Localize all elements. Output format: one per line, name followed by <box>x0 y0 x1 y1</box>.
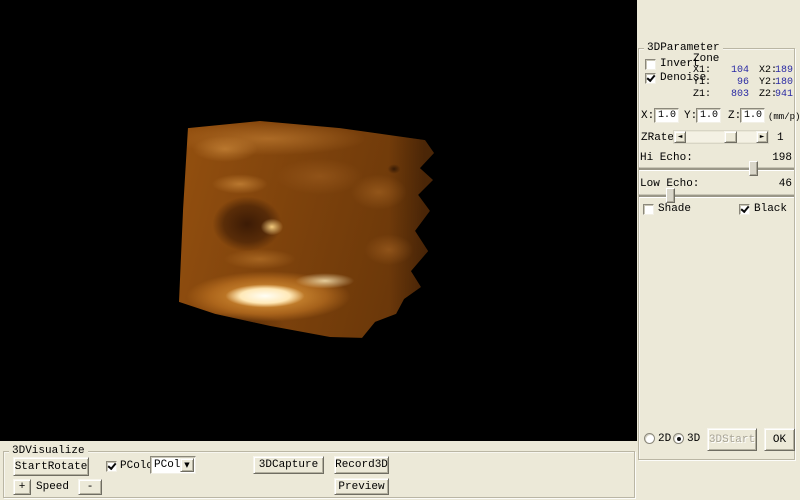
zone-z2-value: 941 <box>767 89 793 101</box>
radio-3d-label[interactable]: 3D <box>687 433 700 445</box>
visualize-groupbox: 3DVisualize StartRotate + Speed - PColor… <box>3 451 635 498</box>
zrate-label: ZRate <box>641 132 674 144</box>
denoise-checkbox[interactable] <box>645 73 656 84</box>
app-window: 3DParameter Invert Denoise Zone X1: 104 … <box>0 0 800 500</box>
hi-echo-value: 198 <box>757 152 792 164</box>
black-label: Black <box>754 203 787 215</box>
scale-y-input[interactable]: 1.0 <box>696 108 721 123</box>
ok-button[interactable]: OK <box>764 428 795 451</box>
parameter-groupbox: 3DParameter Invert Denoise Zone X1: 104 … <box>638 48 795 460</box>
hi-echo-slider-track[interactable] <box>639 168 794 171</box>
zrate-left-arrow-icon[interactable]: ◄ <box>674 131 686 143</box>
zrate-value: 1 <box>777 132 784 144</box>
hi-echo-slider-thumb[interactable] <box>749 161 758 176</box>
start3d-button[interactable]: 3DStart <box>707 428 757 451</box>
chevron-down-icon[interactable]: ▼ <box>180 458 194 472</box>
parameter-panel: 3DParameter Invert Denoise Zone X1: 104 … <box>637 0 800 500</box>
pcolor-checkbox[interactable] <box>106 461 117 472</box>
record3d-button[interactable]: Record3D <box>334 456 389 474</box>
speed-minus-button[interactable]: - <box>78 479 102 495</box>
scale-unit-label: (mm/p) <box>768 111 800 123</box>
start-rotate-button[interactable]: StartRotate <box>13 457 89 476</box>
visualize-bar: 3DVisualize StartRotate + Speed - PColor… <box>0 441 637 500</box>
low-echo-value: 46 <box>757 178 792 190</box>
black-checkbox[interactable] <box>739 204 750 215</box>
preview-button[interactable]: Preview <box>334 478 389 495</box>
low-echo-slider-thumb[interactable] <box>666 188 675 203</box>
zone-x1-value: 104 <box>723 65 749 77</box>
low-echo-slider-track[interactable] <box>639 195 794 198</box>
check-icon <box>108 461 117 470</box>
zone-y2-value: 180 <box>767 77 793 89</box>
radio-3d[interactable] <box>673 433 684 444</box>
zrate-right-arrow-icon[interactable]: ► <box>756 131 768 143</box>
radio-2d-label[interactable]: 2D <box>658 433 671 445</box>
speed-plus-button[interactable]: + <box>13 479 31 495</box>
zrate-scrollbar-thumb[interactable] <box>724 131 737 143</box>
ultrasound-volume-image[interactable] <box>179 121 435 343</box>
invert-checkbox[interactable] <box>645 59 656 70</box>
pcolor-dropdown[interactable]: PColor ▼ <box>150 456 196 474</box>
shade-label: Shade <box>658 203 691 215</box>
zone-z1-value: 803 <box>723 89 749 101</box>
scale-x-label: X: <box>641 110 654 122</box>
shade-checkbox[interactable] <box>643 204 654 215</box>
scale-z-input[interactable]: 1.0 <box>740 108 765 123</box>
zone-y1-value: 96 <box>723 77 749 89</box>
radio-2d[interactable] <box>644 433 655 444</box>
check-icon <box>741 204 750 213</box>
render-viewport[interactable] <box>0 0 637 441</box>
zone-label: Zone <box>693 53 719 65</box>
zone-y1-label: Y1: <box>693 77 711 89</box>
scale-x-input[interactable]: 1.0 <box>654 108 679 123</box>
capture3d-button[interactable]: 3DCapture <box>253 456 324 474</box>
hi-echo-label: Hi Echo: <box>640 152 693 164</box>
zone-x2-value: 189 <box>767 65 793 77</box>
zone-x1-label: X1: <box>693 65 711 77</box>
visualize-group-title: 3DVisualize <box>9 445 88 457</box>
check-icon <box>647 73 656 82</box>
speed-label: Speed <box>36 481 69 493</box>
radio-selected-dot <box>677 437 681 441</box>
zrate-scrollbar[interactable]: ◄ ► <box>673 130 769 144</box>
zone-z1-label: Z1: <box>693 89 711 101</box>
